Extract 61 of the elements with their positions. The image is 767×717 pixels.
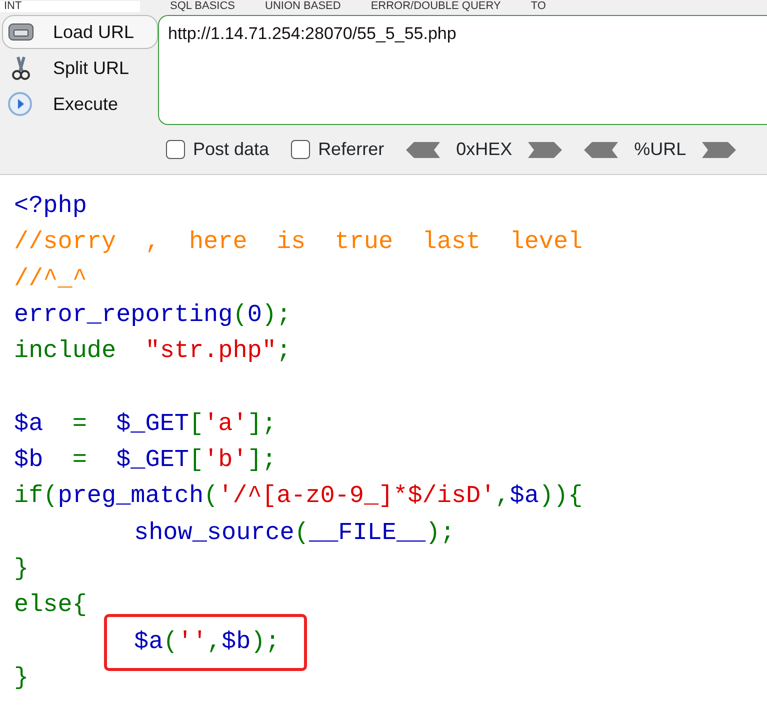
code-token: [ <box>188 447 204 474</box>
code-token: "str.php" <box>145 338 276 366</box>
toolbar-button[interactable]: Execute <box>2 87 158 121</box>
code-token: } <box>14 664 29 692</box>
code-token: = <box>72 410 88 438</box>
code-token: $b <box>222 628 251 656</box>
code-token: '/^[a-z0-9_]*$/isD' <box>218 483 496 510</box>
right-arrow-icon[interactable] <box>528 142 562 158</box>
code-token: ]; <box>247 447 276 474</box>
encoder-label: 0xHEX <box>456 138 512 162</box>
code-token: , <box>206 628 222 656</box>
code-token: error_reporting <box>14 302 233 329</box>
code-token: ; <box>276 338 292 366</box>
code-token: $a <box>510 483 539 510</box>
menu-item[interactable]: TO <box>530 1 546 12</box>
checkbox[interactable]: Post data <box>166 136 270 164</box>
code-token: //sorry , here is true last level <box>14 229 583 256</box>
code-token: [ <box>188 410 204 438</box>
encoder-label: %URL <box>634 138 686 162</box>
code-token: } <box>14 556 29 583</box>
code-token: ); <box>426 520 455 547</box>
code-token: __FILE__ <box>308 520 426 547</box>
url-field[interactable]: http://1.14.71.254:28070/55_5_55.php <box>158 15 767 126</box>
menu-item[interactable]: UNION BASED <box>265 1 341 12</box>
code-token: 'b' <box>204 447 248 474</box>
drive-icon <box>7 21 35 43</box>
code-token: <?php <box>14 193 87 220</box>
code-token: preg_match <box>58 483 204 510</box>
code-token: ( <box>294 520 309 547</box>
code-token: )){ <box>538 483 583 510</box>
checkbox[interactable]: Referrer <box>291 136 384 164</box>
code-token: ( <box>232 302 248 329</box>
code-token: '' <box>178 628 207 656</box>
code-token: $a <box>134 628 164 656</box>
menu-item[interactable]: SQL BASICS <box>170 1 236 12</box>
code-token: if( <box>14 483 58 510</box>
code-token: 0 <box>247 302 262 329</box>
code-token: $b <box>14 447 44 474</box>
left-arrow-icon[interactable] <box>584 142 618 158</box>
code-token: $_GET <box>116 410 189 438</box>
code-token: ); <box>262 302 292 329</box>
code-token: ( <box>204 483 218 510</box>
code-token: , <box>495 483 510 510</box>
code-token: $_GET <box>116 447 189 474</box>
code-token: ); <box>250 628 280 656</box>
code-token: $a <box>14 410 44 438</box>
code-token: ]; <box>247 410 276 438</box>
code-token: = <box>72 447 88 474</box>
play-icon <box>7 91 35 117</box>
left-arrow-icon[interactable] <box>406 142 440 158</box>
code-token: show_source <box>134 520 294 547</box>
code-token: else{ <box>14 592 87 620</box>
code-token: //^_^ <box>14 266 87 293</box>
right-arrow-icon[interactable] <box>702 142 736 158</box>
code-token: 'a' <box>204 410 248 438</box>
toolbar-button[interactable]: Split URL <box>2 51 158 85</box>
toolbar-button[interactable]: Load URL <box>2 15 158 49</box>
menu-item[interactable]: ERROR/DOUBLE QUERY <box>370 1 501 12</box>
menu-field[interactable]: INT <box>0 1 140 12</box>
code-token: include <box>14 338 118 366</box>
code-token: ( <box>163 628 178 656</box>
